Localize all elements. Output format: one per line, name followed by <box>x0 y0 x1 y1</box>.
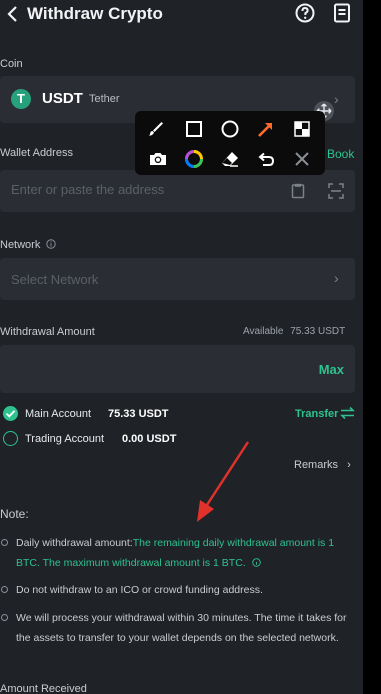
chevron-right-icon: › <box>334 270 339 286</box>
wallet-address-field <box>0 170 355 212</box>
available-label: Available <box>243 326 284 337</box>
network-label-text: Network <box>0 239 41 251</box>
coin-code: USDT <box>42 90 83 107</box>
trading-account-radio[interactable] <box>3 431 18 446</box>
close-icon[interactable] <box>291 148 313 170</box>
coin-name: Tether <box>89 93 120 105</box>
available-value: 75.33 USDT <box>290 326 346 337</box>
note-no-ico: Do not withdraw to an ICO or crowd fundi… <box>16 584 263 596</box>
remarks-label: Remarks <box>294 459 339 471</box>
wallet-address-input[interactable] <box>11 182 271 197</box>
max-button[interactable]: Max <box>319 362 344 377</box>
trading-account-balance: 0.00 USDT <box>122 433 177 445</box>
note-daily-limit: Daily withdrawal amount:The remaining da… <box>16 533 358 573</box>
arrow-tool-icon[interactable] <box>255 118 277 140</box>
back-arrow-icon[interactable] <box>5 5 21 23</box>
main-account-radio[interactable] <box>3 406 18 421</box>
eraser-tool-icon[interactable] <box>219 148 241 170</box>
tether-logo-icon: T <box>11 89 31 109</box>
main-account-balance: 75.33 USDT <box>108 408 169 420</box>
daily-limit-prefix: Daily withdrawal amount: <box>16 537 133 549</box>
undo-icon[interactable] <box>255 148 277 170</box>
page-title: Withdraw Crypto <box>27 4 163 23</box>
bullet-icon <box>1 614 8 621</box>
withdraw-screen: Withdraw Crypto Coin T USDT Tether › Wal… <box>0 0 363 694</box>
amount-received-label: Amount Received <box>0 683 87 694</box>
mosaic-tool-icon[interactable] <box>291 118 313 140</box>
withdrawal-amount-label: Withdrawal Amount <box>0 326 95 338</box>
info-icon[interactable] <box>251 558 261 567</box>
paste-icon[interactable] <box>291 183 305 199</box>
available-balance: Available 75.33 USDT <box>243 326 345 337</box>
color-picker-icon[interactable] <box>183 148 205 170</box>
withdrawal-amount-field[interactable]: Max <box>0 345 355 393</box>
header: Withdraw Crypto <box>0 0 363 30</box>
camera-tool-icon[interactable] <box>147 148 169 170</box>
annotation-arrow-icon <box>197 441 250 522</box>
help-icon[interactable] <box>295 3 315 23</box>
scan-qr-icon[interactable] <box>328 183 344 199</box>
trading-account-label: Trading Account <box>25 433 105 445</box>
coin-label: Coin <box>0 58 23 70</box>
main-account-label: Main Account <box>25 408 92 420</box>
network-label: Network <box>0 239 57 251</box>
withdrawal-history-icon[interactable] <box>333 3 351 23</box>
note-processing-time: We will process your withdrawal within 3… <box>16 612 347 644</box>
info-icon[interactable] <box>46 239 57 249</box>
note-title: Note: <box>0 507 29 521</box>
network-placeholder: Select Network <box>11 272 99 287</box>
brush-tool-icon[interactable] <box>145 118 167 140</box>
bullet-icon <box>1 539 8 546</box>
remarks-link[interactable]: Remarks › <box>294 459 351 471</box>
transfer-link[interactable]: Transfer <box>295 408 338 420</box>
screen-edge <box>363 0 381 694</box>
circle-tool-icon[interactable] <box>219 118 241 140</box>
check-icon <box>5 410 16 418</box>
chevron-right-icon: › <box>347 459 351 471</box>
rectangle-tool-icon[interactable] <box>183 118 205 140</box>
network-selector[interactable]: Select Network › <box>0 258 355 300</box>
bullet-icon <box>1 586 8 593</box>
transfer-arrows-icon[interactable] <box>340 406 355 420</box>
annotation-toolbar <box>135 111 325 175</box>
address-book-link[interactable]: Book <box>327 147 354 161</box>
wallet-address-label: Wallet Address <box>0 147 73 159</box>
